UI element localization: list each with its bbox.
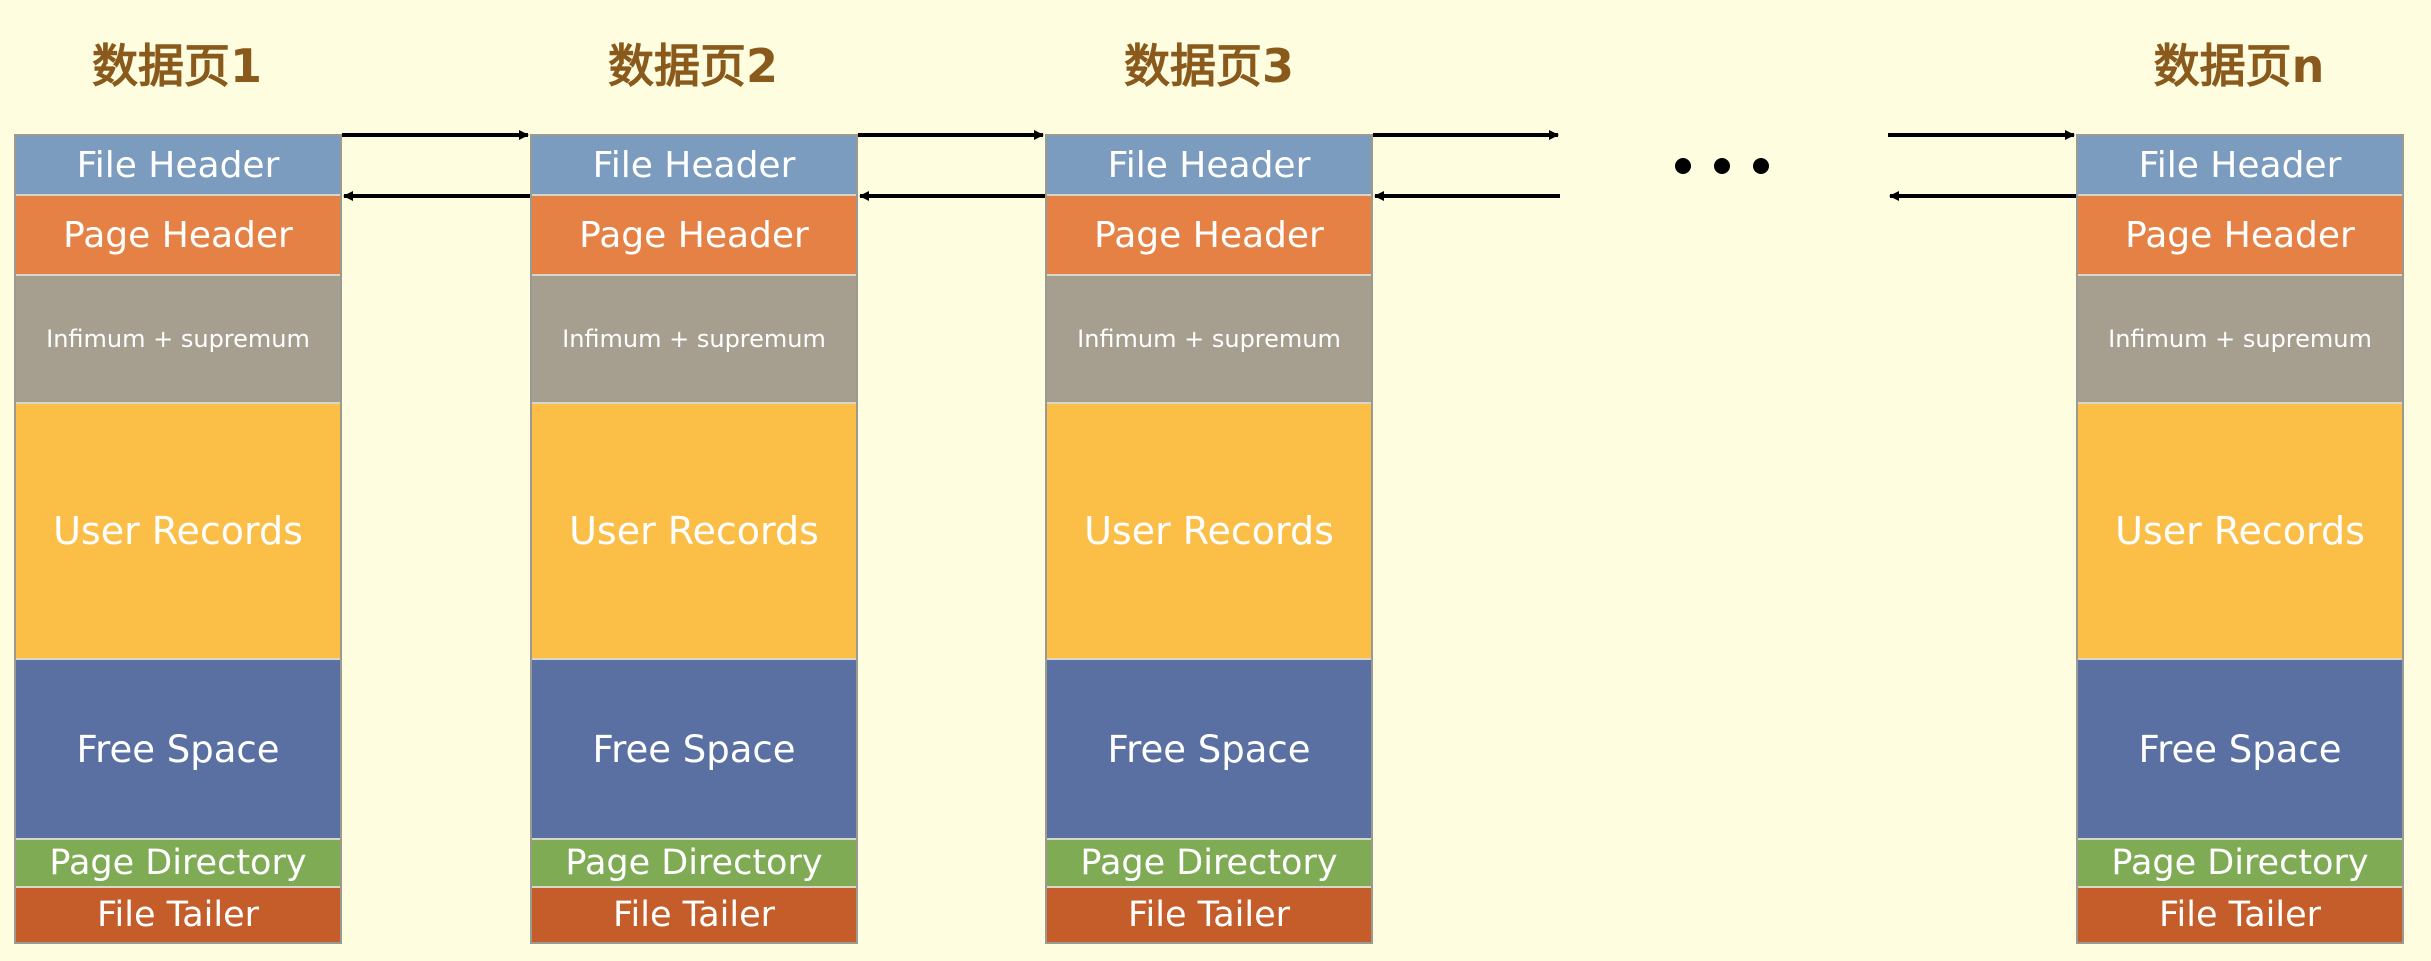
page-link-arrows (342, 130, 2076, 201)
ellipsis-dot (1753, 158, 1769, 174)
ellipsis-dot (1714, 158, 1730, 174)
ellipsis-dot (1675, 158, 1691, 174)
